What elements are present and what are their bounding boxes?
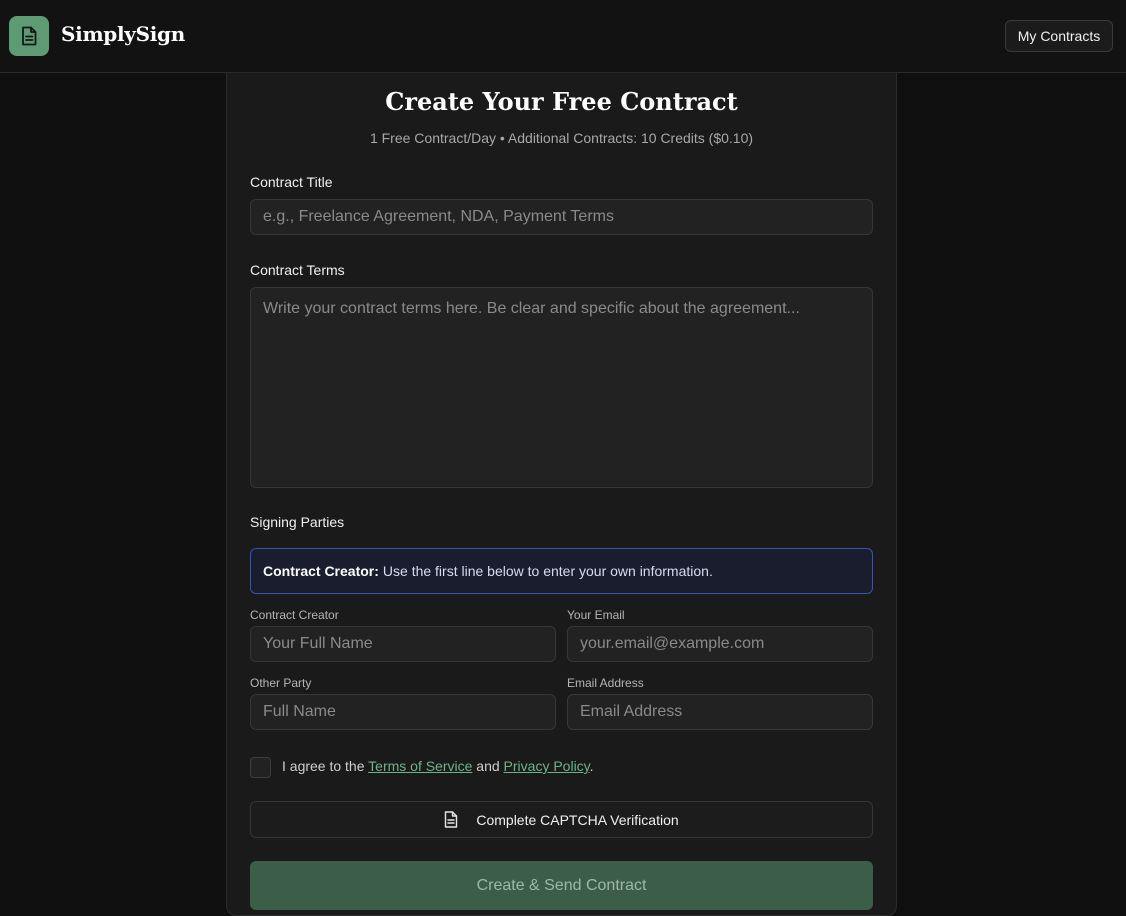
captcha-button[interactable]: Complete CAPTCHA Verification — [250, 801, 873, 838]
other-party-email-input[interactable] — [567, 694, 873, 730]
my-contracts-button[interactable]: My Contracts — [1005, 20, 1113, 52]
creator-info-box: Contract Creator: Use the first line bel… — [250, 548, 873, 594]
brand-name[interactable]: SimplySign — [61, 22, 185, 46]
agree-suffix: . — [589, 758, 594, 774]
agree-text: I agree to the Terms of Service and Priv… — [282, 758, 594, 774]
info-text: Use the first line below to enter your o… — [382, 563, 713, 579]
terms-of-service-link[interactable]: Terms of Service — [368, 758, 472, 774]
signing-parties-label: Signing Parties — [250, 514, 345, 530]
other-party-label: Other Party — [250, 676, 312, 690]
other-party-name-input[interactable] — [250, 694, 556, 730]
captcha-label: Complete CAPTCHA Verification — [476, 811, 679, 828]
contract-form-card: Create Your Free Contract 1 Free Contrac… — [226, 73, 897, 916]
creator-email-label: Your Email — [567, 608, 625, 622]
creator-name-label: Contract Creator — [250, 608, 339, 622]
top-header: SimplySign My Contracts — [0, 0, 1126, 73]
page-subtitle: 1 Free Contract/Day • Additional Contrac… — [369, 130, 754, 146]
agree-checkbox[interactable] — [250, 757, 271, 778]
logo[interactable] — [9, 16, 49, 56]
info-bold-text: Contract Creator: — [263, 563, 379, 579]
other-email-label: Email Address — [567, 676, 644, 690]
agree-prefix: I agree to the — [282, 758, 365, 774]
creator-email-input[interactable] — [567, 626, 873, 662]
contract-terms-textarea[interactable] — [250, 287, 873, 488]
document-icon — [22, 26, 37, 46]
privacy-policy-link[interactable]: Privacy Policy — [504, 758, 590, 774]
agree-middle: and — [476, 758, 500, 774]
contract-terms-label: Contract Terms — [250, 262, 345, 278]
create-send-button[interactable]: Create & Send Contract — [250, 861, 873, 910]
contract-title-label: Contract Title — [250, 174, 333, 190]
page-title: Create Your Free Contract — [385, 87, 738, 116]
contract-title-input[interactable] — [250, 199, 873, 235]
document-icon — [445, 811, 458, 828]
creator-name-input[interactable] — [250, 626, 556, 662]
